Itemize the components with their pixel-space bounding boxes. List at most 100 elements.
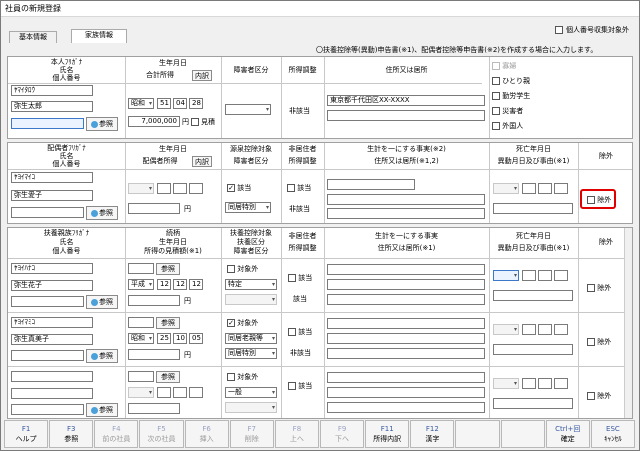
spouse-birth-year[interactable] — [157, 183, 171, 194]
personal-number-exclude[interactable]: 個人番号収集対象外 — [555, 25, 629, 35]
dep3-ref-button[interactable]: 参照 — [86, 403, 118, 417]
dep3-address-line2[interactable] — [327, 402, 485, 413]
dep2-address-line2[interactable] — [327, 348, 485, 359]
dep3-exclude-checkbox[interactable]: 除外 — [587, 391, 611, 401]
spouse-address-line2[interactable] — [327, 208, 485, 219]
dep1-class-select[interactable]: 特定 ▾ — [225, 279, 277, 290]
dep3-number-input[interactable] — [11, 404, 84, 415]
spouse-kana-input[interactable]: ﾔﾖｲﾏｲｺ — [11, 172, 93, 183]
self-birth-month[interactable]: 04 — [173, 98, 187, 109]
fkey-prev-employee[interactable]: F4 前の社員 — [94, 420, 139, 448]
check-disaster[interactable]: 災害者 — [492, 106, 530, 116]
fkey-down[interactable]: F9 下へ — [319, 420, 365, 448]
self-income-input[interactable]: 7,000,000 — [128, 116, 180, 127]
dep1-income-input[interactable] — [128, 295, 180, 306]
spouse-death-day[interactable] — [554, 183, 568, 194]
dep1-kana-input[interactable]: ﾔﾖｲﾊﾅｺ — [11, 263, 93, 274]
self-name-input[interactable]: 弥生太郎 — [11, 101, 93, 112]
dep2-nonres-check[interactable]: 該当 — [288, 327, 312, 337]
spouse-birth-day[interactable] — [189, 183, 203, 194]
dep1-death-era-select[interactable]: ▾ — [493, 270, 519, 281]
dep3-relation-input[interactable] — [128, 371, 154, 382]
dep2-death-month[interactable] — [538, 324, 552, 335]
dep1-exclude-checkbox[interactable]: 除外 — [587, 283, 611, 293]
spouse-birth-month[interactable] — [173, 183, 187, 194]
dep2-birth-year[interactable]: 25 — [157, 333, 171, 344]
dep3-death-day[interactable] — [554, 378, 568, 389]
self-era-select[interactable]: 昭和 ▾ — [128, 98, 154, 109]
dep3-name-input[interactable] — [11, 388, 93, 399]
dep3-nonres-check[interactable]: 該当 — [288, 381, 312, 391]
self-breakdown-button[interactable]: 内訳 — [192, 70, 212, 81]
vertical-scrollbar[interactable] — [624, 228, 632, 418]
dep1-change-input[interactable] — [493, 290, 573, 301]
dep1-death-day[interactable] — [554, 270, 568, 281]
dep3-dep-check[interactable]: 対象外 — [227, 372, 258, 382]
check-single-parent[interactable]: ひとり親 — [492, 76, 530, 86]
dep1-birth-day[interactable]: 12 — [189, 279, 203, 290]
self-kana-input[interactable]: ﾔﾏｲﾀﾛｳ — [11, 85, 93, 96]
self-disability-select[interactable]: ▾ — [225, 104, 271, 115]
dep2-death-era-select[interactable]: ▾ — [493, 324, 519, 335]
dep1-relation-button[interactable]: 参照 — [156, 263, 180, 275]
dep3-household-input[interactable] — [327, 372, 485, 383]
dep1-dep-check[interactable]: 対象外 — [227, 264, 258, 274]
dep1-ref-button[interactable]: 参照 — [86, 295, 118, 309]
spouse-nonres-check[interactable]: 該当 — [287, 183, 311, 193]
dep3-income-input[interactable] — [128, 403, 180, 414]
fkey-income-breakdown[interactable]: F11 所得内訳 — [365, 420, 410, 448]
dep2-kana-input[interactable]: ﾔﾖｲﾏﾐｺ — [11, 317, 93, 328]
self-birth-day[interactable]: 28 — [189, 98, 203, 109]
spouse-death-era-select[interactable]: ▾ — [493, 183, 519, 194]
fkey-insert[interactable]: F6 挿入 — [184, 420, 229, 448]
check-working-student[interactable]: 勤労学生 — [492, 91, 530, 101]
fkey-up[interactable]: F8 上へ — [274, 420, 319, 448]
dep2-dep-check[interactable]: 対象外 — [227, 318, 258, 328]
spouse-address-input[interactable] — [327, 194, 485, 205]
spouse-source-check[interactable]: 該当 — [227, 183, 251, 193]
dep2-address-input[interactable] — [327, 333, 485, 344]
dep3-change-input[interactable] — [493, 398, 573, 409]
dep1-disability-select[interactable]: ▾ — [225, 294, 277, 305]
self-birth-year[interactable]: 51 — [157, 98, 171, 109]
tab-basic-info[interactable]: 基本情報 — [9, 31, 57, 43]
dep3-relation-button[interactable]: 参照 — [156, 371, 180, 383]
dep3-class-select[interactable]: 一般 ▾ — [225, 387, 277, 398]
dep1-death-month[interactable] — [538, 270, 552, 281]
spouse-death-year[interactable] — [522, 183, 536, 194]
dep3-disability-select[interactable]: ▾ — [225, 402, 277, 413]
dep1-death-year[interactable] — [522, 270, 536, 281]
dep2-number-input[interactable] — [11, 350, 84, 361]
dep2-disability-select[interactable]: 同居特別 ▾ — [225, 348, 277, 359]
dep3-address-input[interactable] — [327, 387, 485, 398]
dep1-birth-month[interactable]: 12 — [173, 279, 187, 290]
dep3-death-era-select[interactable]: ▾ — [493, 378, 519, 389]
spouse-death-month[interactable] — [538, 183, 552, 194]
dep2-household-input[interactable] — [327, 318, 485, 329]
spouse-ref-button[interactable]: 参照 — [86, 206, 118, 220]
self-number-input[interactable] — [11, 118, 84, 129]
dep1-number-input[interactable] — [11, 296, 84, 307]
fkey-help[interactable]: F1 ヘルプ — [4, 420, 49, 448]
dep2-income-input[interactable] — [128, 349, 180, 360]
dep1-address-line2[interactable] — [327, 294, 485, 305]
dep3-kana-input[interactable] — [11, 371, 93, 382]
dep3-birth-year[interactable] — [157, 387, 171, 398]
dep2-birth-day[interactable]: 05 — [189, 333, 203, 344]
dep3-birth-month[interactable] — [173, 387, 187, 398]
dep2-name-input[interactable]: 弥生真美子 — [11, 334, 93, 345]
dep1-name-input[interactable]: 弥生花子 — [11, 280, 93, 291]
fkey-ref[interactable]: F3 参照 — [49, 420, 94, 448]
dep3-birth-day[interactable] — [189, 387, 203, 398]
self-ref-button[interactable]: 参照 — [86, 117, 118, 131]
dep2-death-year[interactable] — [522, 324, 536, 335]
fkey-kanji[interactable]: F12 漢字 — [410, 420, 455, 448]
spouse-income-input[interactable] — [128, 203, 180, 214]
dep2-birth-month[interactable]: 10 — [173, 333, 187, 344]
dep2-exclude-checkbox[interactable]: 除外 — [587, 337, 611, 347]
fkey-confirm[interactable]: Ctrl+回 確定 — [545, 420, 590, 448]
check-foreigner[interactable]: 外国人 — [492, 121, 530, 131]
dep2-era-select[interactable]: 昭和 ▾ — [128, 333, 154, 344]
spouse-era-select[interactable]: ▾ — [128, 183, 154, 194]
dep2-death-day[interactable] — [554, 324, 568, 335]
